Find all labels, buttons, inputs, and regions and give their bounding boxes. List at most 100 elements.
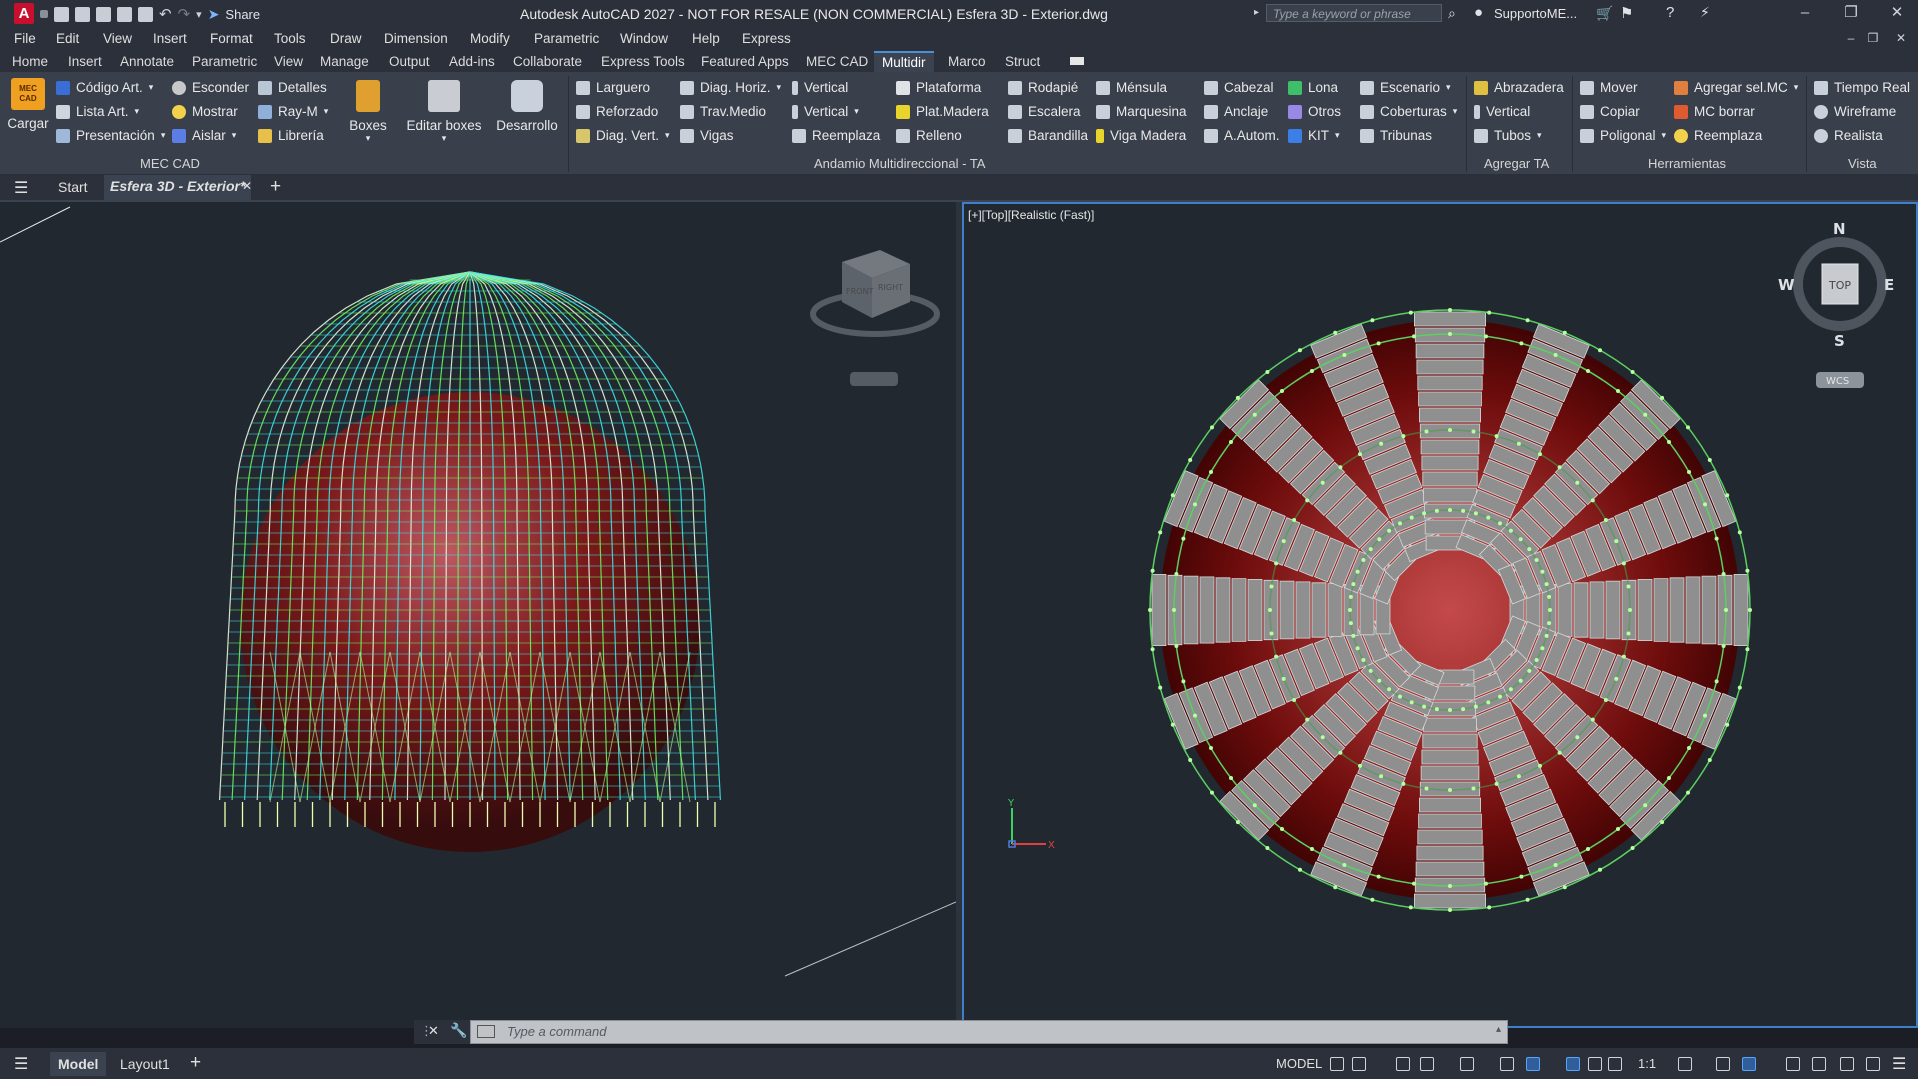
autodesk-account-icon[interactable]: ⚑ — [1620, 4, 1633, 22]
menu-express[interactable]: Express — [742, 31, 791, 46]
editar-boxes-button[interactable]: Editar boxes ▾ — [404, 80, 484, 144]
redo-icon[interactable]: ↷ — [178, 5, 191, 23]
scaffold-dome-top-view-drawing[interactable]: Y X TOP N S E W WCS — [964, 204, 1916, 1026]
realista-button[interactable]: Realista — [1814, 128, 1883, 143]
share-icon[interactable]: ➤ — [208, 6, 220, 23]
annotation-scale-value[interactable]: 1:1 — [1638, 1056, 1656, 1071]
poligonal-button[interactable]: Poligonal ▾ — [1580, 128, 1666, 143]
escalera-button[interactable]: Escalera — [1008, 104, 1081, 119]
marquesina-button[interactable]: Marquesina — [1096, 104, 1187, 119]
tab-collaborate[interactable]: Collaborate — [513, 54, 582, 69]
vertical-button-1[interactable]: Vertical — [792, 80, 848, 95]
codigo-art-button[interactable]: Código Art. ▾ — [56, 80, 153, 95]
desarrollo-button[interactable]: Desarrollo — [492, 80, 562, 133]
menu-view[interactable]: View — [103, 31, 132, 46]
barandilla-button[interactable]: Barandilla — [1008, 128, 1088, 143]
maximize-button[interactable]: ❐ — [1836, 3, 1866, 23]
tab-active-drawing[interactable]: Esfera 3D - Exterior* — [104, 175, 252, 200]
reforzado-button[interactable]: Reforzado — [576, 104, 658, 119]
add-tab-icon[interactable]: + — [270, 176, 281, 198]
rodapie-button[interactable]: Rodapié — [1008, 80, 1078, 95]
wcs-menu-label[interactable]: WCS — [1826, 376, 1849, 387]
tab-manage[interactable]: Manage — [320, 54, 369, 69]
tab-struct[interactable]: Struct — [1005, 54, 1040, 69]
add-layout-icon[interactable]: + — [190, 1052, 201, 1074]
menu-parametric[interactable]: Parametric — [534, 31, 599, 46]
share-button[interactable]: Share — [225, 7, 260, 22]
tab-annotate[interactable]: Annotate — [120, 54, 174, 69]
compass-west-label[interactable]: W — [1778, 276, 1795, 294]
tab-insert[interactable]: Insert — [68, 54, 102, 69]
new-file-icon[interactable] — [54, 6, 69, 22]
help-icon[interactable]: ? — [1666, 4, 1674, 21]
copiar-button[interactable]: Copiar — [1580, 104, 1640, 119]
tab-view[interactable]: View — [274, 54, 303, 69]
compass-south-label[interactable]: S — [1834, 332, 1845, 350]
polar-icon[interactable] — [1420, 1057, 1434, 1071]
viewcube[interactable]: FRONT RIGHT — [810, 250, 940, 386]
diag-vert-button[interactable]: Diag. Vert. ▾ — [576, 128, 670, 143]
kit-button[interactable]: KIT ▾ — [1288, 128, 1340, 143]
cabezal-button[interactable]: Cabezal — [1204, 80, 1274, 95]
aislar-button[interactable]: Aislar ▾ — [172, 128, 236, 143]
save-icon[interactable] — [96, 6, 111, 22]
quick-properties-icon[interactable] — [1786, 1057, 1800, 1071]
tab-parametric[interactable]: Parametric — [192, 54, 257, 69]
ribbon-minimize-icon[interactable] — [1070, 57, 1084, 65]
user-sign-in-button[interactable]: SupportoME... — [1494, 6, 1577, 21]
abrazadera-button[interactable]: Abrazadera — [1474, 80, 1564, 95]
viewport-top-realistic[interactable]: Y X TOP N S E W WCS [+][Top][Realistic (… — [962, 202, 1918, 1028]
navigation-compass[interactable]: TOP N S E W WCS — [1778, 220, 1894, 388]
mensula-button[interactable]: Ménsula — [1096, 80, 1167, 95]
tubos-button[interactable]: Tubos ▾ — [1474, 128, 1542, 143]
customize-toolbar-icon[interactable]: ▾ — [196, 8, 202, 21]
a-autom-button[interactable]: A.Autom. — [1204, 128, 1280, 143]
tab-start[interactable]: Start — [58, 179, 88, 195]
scaffold-dome-3d-drawing[interactable]: FRONT RIGHT — [0, 202, 956, 1028]
save-as-icon[interactable] — [117, 6, 132, 22]
search-input[interactable]: Type a keyword or phrase — [1266, 4, 1442, 22]
open-file-icon[interactable] — [75, 6, 90, 22]
isolate-objects-icon[interactable] — [1812, 1057, 1826, 1071]
plat-madera-button[interactable]: Plat.Madera — [896, 104, 989, 119]
menu-format[interactable]: Format — [210, 31, 253, 46]
tab-multidir[interactable]: Multidir — [874, 51, 934, 72]
reemplaza-button-1[interactable]: Reemplaza — [792, 128, 880, 143]
tab-output[interactable]: Output — [389, 54, 430, 69]
mc-borrar-button[interactable]: MC borrar — [1674, 104, 1755, 119]
app-menu-chevron-icon[interactable] — [40, 10, 48, 18]
menu-tools[interactable]: Tools — [274, 31, 306, 46]
trav-medio-button[interactable]: Trav.Medio — [680, 104, 766, 119]
boxes-button[interactable]: Boxes ▾ — [348, 80, 388, 144]
communication-icon[interactable]: ⚡ — [1700, 4, 1710, 21]
hamburger-menu-icon[interactable]: ☰ — [14, 178, 28, 198]
compass-north-label[interactable]: N — [1833, 220, 1846, 238]
tab-marco[interactable]: Marco — [948, 54, 986, 69]
detalles-button[interactable]: Detalles — [258, 80, 327, 95]
vertical-button-2[interactable]: Vertical ▾ — [792, 104, 859, 119]
tab-express-tools[interactable]: Express Tools — [601, 54, 685, 69]
plus-annotation-icon[interactable] — [1716, 1057, 1730, 1071]
tab-add-ins[interactable]: Add-ins — [449, 54, 495, 69]
lona-button[interactable]: Lona — [1288, 80, 1338, 95]
layout-menu-icon[interactable]: ☰ — [14, 1054, 28, 1074]
relleno-button[interactable]: Relleno — [896, 128, 962, 143]
anclaje-button[interactable]: Anclaje — [1204, 104, 1268, 119]
cart-icon[interactable]: 🛒 — [1596, 5, 1613, 22]
ray-m-button[interactable]: Ray-M ▾ — [258, 104, 328, 119]
snap-icon[interactable] — [1352, 1057, 1366, 1071]
isodraft-icon[interactable] — [1460, 1057, 1474, 1071]
tribunas-button[interactable]: Tribunas — [1360, 128, 1432, 143]
command-expand-icon[interactable]: ▴ — [1496, 1024, 1501, 1035]
workspace-gear-icon[interactable] — [1678, 1057, 1692, 1071]
esconder-button[interactable]: Esconder — [172, 80, 249, 95]
object-snap-tracking-icon[interactable] — [1500, 1057, 1514, 1071]
close-tab-icon[interactable]: ✕ — [242, 179, 252, 193]
tab-layout1[interactable]: Layout1 — [120, 1056, 170, 1072]
otros-button[interactable]: Otros — [1288, 104, 1341, 119]
command-history-icon[interactable] — [477, 1025, 495, 1038]
presentacion-button[interactable]: Presentación ▾ — [56, 128, 165, 143]
vertical-ta-button[interactable]: Vertical — [1474, 104, 1530, 119]
plataforma-button[interactable]: Plataforma — [896, 80, 981, 95]
tab-mec-cad[interactable]: MEC CAD — [806, 54, 868, 69]
